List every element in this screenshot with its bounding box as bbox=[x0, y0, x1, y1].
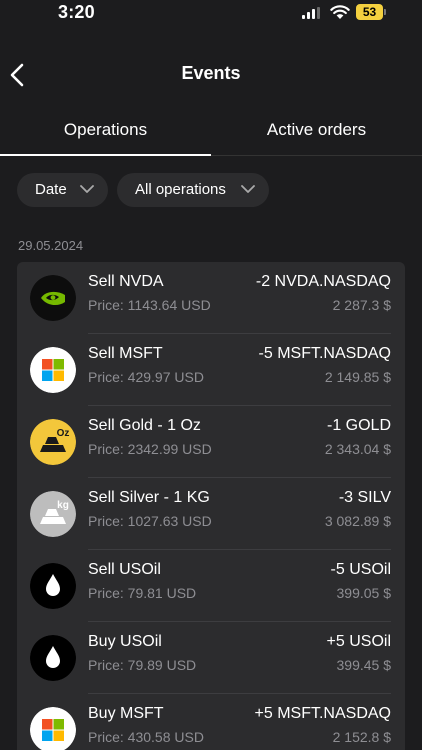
microsoft-logo-icon bbox=[30, 707, 76, 750]
operation-quantity: -5 MSFT.NASDAQ bbox=[258, 345, 391, 362]
chevron-down-icon bbox=[80, 185, 94, 193]
operation-amount: 2 152.8 $ bbox=[332, 729, 391, 745]
status-time: 3:20 bbox=[58, 2, 95, 22]
oil-drop-icon bbox=[30, 563, 76, 609]
date-group-header: 29.05.2024 bbox=[18, 238, 84, 253]
tab-active-orders[interactable]: Active orders bbox=[211, 110, 422, 156]
operation-title: Sell Silver - 1 KG bbox=[88, 489, 210, 506]
operation-amount: 3 082.89 $ bbox=[324, 513, 391, 529]
battery-level: 53 bbox=[356, 4, 383, 20]
navigation-bar: Events bbox=[0, 50, 422, 100]
operation-amount: 2 149.85 $ bbox=[324, 369, 391, 385]
battery-icon: 53 bbox=[356, 4, 386, 20]
wifi-icon bbox=[330, 5, 350, 19]
operation-row[interactable]: Sell MSFT Price: 429.97 USD -5 MSFT.NASD… bbox=[17, 334, 405, 406]
operation-title: Sell NVDA bbox=[88, 273, 164, 290]
operation-quantity: -3 SILV bbox=[338, 489, 391, 506]
operation-quantity: +5 USOil bbox=[326, 633, 391, 650]
operation-price: Price: 2342.99 USD bbox=[88, 441, 212, 457]
date-filter-dropdown[interactable]: Date bbox=[17, 173, 108, 207]
operation-price: Price: 429.97 USD bbox=[88, 369, 204, 385]
operation-row[interactable]: Oz Sell Gold - 1 Oz Price: 2342.99 USD -… bbox=[17, 406, 405, 478]
chevron-down-icon bbox=[241, 185, 255, 193]
operation-title: Buy USOil bbox=[88, 633, 162, 650]
operations-filter-label: All operations bbox=[135, 181, 226, 198]
operation-row[interactable]: Sell NVDA Price: 1143.64 USD -2 NVDA.NAS… bbox=[17, 262, 405, 334]
operation-price: Price: 1143.64 USD bbox=[88, 297, 211, 313]
page-title: Events bbox=[181, 63, 241, 83]
svg-text:kg: kg bbox=[57, 500, 69, 511]
operation-title: Sell USOil bbox=[88, 561, 161, 578]
operation-price: Price: 79.89 USD bbox=[88, 657, 197, 673]
oil-drop-icon bbox=[30, 635, 76, 681]
operation-quantity: -1 GOLD bbox=[326, 417, 391, 434]
operation-price: Price: 430.58 USD bbox=[88, 729, 204, 745]
operation-title: Sell Gold - 1 Oz bbox=[88, 417, 201, 434]
operation-amount: 2 287.3 $ bbox=[332, 297, 391, 313]
operation-amount: 2 343.04 $ bbox=[324, 441, 391, 457]
operation-quantity: +5 MSFT.NASDAQ bbox=[254, 705, 391, 722]
operation-quantity: -2 NVDA.NASDAQ bbox=[255, 273, 391, 290]
gold-bar-icon: Oz bbox=[30, 419, 76, 465]
active-tab-indicator bbox=[0, 154, 211, 156]
operation-title: Sell MSFT bbox=[88, 345, 163, 362]
operation-row[interactable]: Sell USOil Price: 79.81 USD -5 USOil 399… bbox=[17, 550, 405, 622]
operation-row[interactable]: kg Sell Silver - 1 KG Price: 1027.63 USD… bbox=[17, 478, 405, 550]
nvidia-logo-icon bbox=[30, 275, 76, 321]
operation-price: Price: 79.81 USD bbox=[88, 585, 197, 601]
operation-amount: 399.05 $ bbox=[336, 585, 392, 601]
operation-price: Price: 1027.63 USD bbox=[88, 513, 212, 529]
silver-bar-icon: kg bbox=[30, 491, 76, 537]
date-filter-label: Date bbox=[35, 181, 67, 198]
microsoft-logo-icon bbox=[30, 347, 76, 393]
operation-row[interactable]: Buy MSFT Price: 430.58 USD +5 MSFT.NASDA… bbox=[17, 694, 405, 750]
svg-text:Oz: Oz bbox=[57, 428, 70, 439]
tab-bar: Operations Active orders bbox=[0, 110, 422, 156]
operations-list: Sell NVDA Price: 1143.64 USD -2 NVDA.NAS… bbox=[17, 262, 405, 750]
cellular-signal-icon bbox=[302, 7, 321, 19]
operation-title: Buy MSFT bbox=[88, 705, 164, 722]
operation-row[interactable]: Buy USOil Price: 79.89 USD +5 USOil 399.… bbox=[17, 622, 405, 694]
operations-filter-dropdown[interactable]: All operations bbox=[117, 173, 269, 207]
operation-quantity: -5 USOil bbox=[330, 561, 391, 578]
operation-amount: 399.45 $ bbox=[336, 657, 392, 673]
tab-operations[interactable]: Operations bbox=[0, 110, 211, 156]
status-bar: 3:20 53 bbox=[0, 0, 422, 34]
